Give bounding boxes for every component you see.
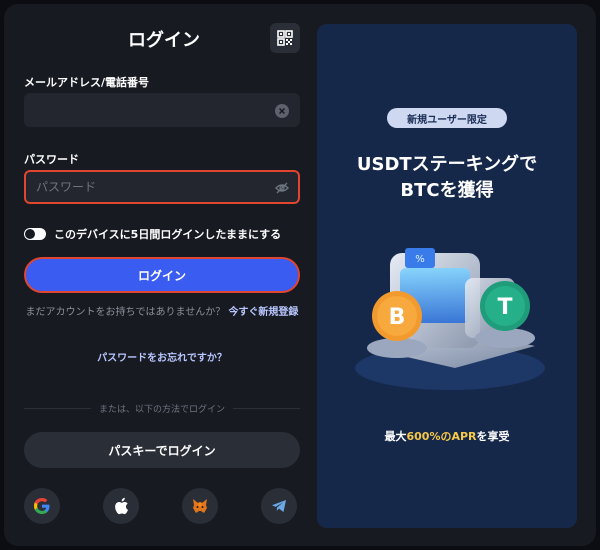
qr-login-button[interactable] (270, 23, 300, 53)
svg-text:T: T (497, 295, 512, 320)
promo-badge: 新規ユーザー限定 (387, 108, 507, 128)
promo-apr-suffix: を享受 (476, 430, 510, 443)
eye-off-icon[interactable] (274, 180, 290, 196)
register-link[interactable]: 今すぐ新規登録 (228, 307, 298, 318)
no-account-text: まだアカウントをお持ちではありませんか？ 今すぐ新規登録 (24, 305, 300, 321)
promo-title-line1: USDTステーキングで (356, 154, 538, 175)
email-label: メールアドレス/電話番号 (24, 76, 150, 89)
promo-apr-text: 最大600%のAPRを享受 (317, 428, 577, 444)
staking-illustration: % B T (355, 248, 545, 390)
promo-title-line2: BTCを獲得 (400, 180, 494, 201)
google-login-button[interactable] (24, 488, 60, 524)
apple-login-button[interactable] (103, 488, 139, 524)
telegram-login-button[interactable] (261, 488, 297, 524)
stay-logged-in-toggle[interactable] (24, 228, 46, 240)
stay-logged-in-label: このデバイスに5日間ログインしたままにする (54, 228, 282, 241)
promo-apr-prefix: 最大 (384, 430, 407, 443)
metamask-icon (193, 499, 207, 513)
stay-logged-in-row: このデバイスに5日間ログインしたままにする (24, 226, 281, 242)
divider: または、以下の方法でログイン (24, 402, 301, 415)
forgot-password-link[interactable]: パスワードをお忘れですか？ (24, 349, 300, 364)
password-field-box (24, 170, 300, 204)
apple-icon (115, 497, 128, 515)
page-title: ログイン (128, 30, 200, 51)
password-field[interactable] (26, 172, 266, 202)
password-label: パスワード (24, 153, 79, 166)
svg-text:%: % (415, 254, 425, 265)
email-field[interactable] (25, 94, 265, 126)
promo-apr-value: 600%のAPR (406, 430, 477, 443)
metamask-login-button[interactable] (182, 488, 218, 524)
login-button[interactable]: ログイン (24, 257, 300, 293)
google-icon (34, 498, 50, 514)
telegram-icon (272, 500, 286, 512)
qr-code-icon (277, 30, 293, 46)
no-account-question: まだアカウントをお持ちではありませんか？ (25, 307, 226, 318)
svg-text:B: B (389, 305, 406, 330)
email-field-box (24, 93, 300, 127)
divider-text: または、以下の方法でログイン (99, 405, 226, 415)
login-panel: ログイン メールアドレス/電話番号 パスワード このデバイスに5日間ログインした… (4, 4, 596, 546)
promo-banner[interactable]: 新規ユーザー限定 USDTステーキングで BTCを獲得 % B T 最大600%… (317, 24, 577, 528)
passkey-login-button[interactable]: パスキーでログイン (24, 432, 300, 468)
promo-title: USDTステーキングで BTCを獲得 (317, 152, 577, 204)
clear-icon[interactable] (275, 104, 289, 118)
